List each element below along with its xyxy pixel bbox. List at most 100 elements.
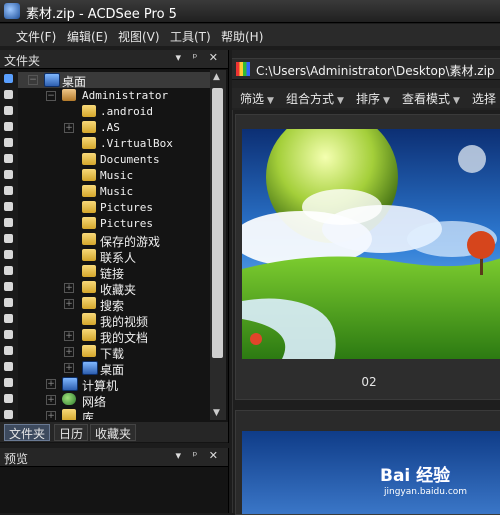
expand-icon[interactable]: + — [46, 395, 56, 405]
window-title: 素材.zip - ACDSee Pro 5 — [26, 7, 177, 22]
scroll-up-icon[interactable]: ▲ — [213, 72, 220, 82]
tree-item-links[interactable]: 链接 — [18, 264, 210, 281]
gutter-marker-icon[interactable] — [4, 250, 13, 259]
tree-item-as[interactable]: + .AS — [18, 120, 210, 136]
tab-favorites[interactable]: 收藏夹 — [90, 424, 137, 441]
chevron-down-icon: ▼ — [383, 96, 390, 106]
collapse-icon[interactable]: − — [28, 75, 38, 85]
videos-folder-icon — [82, 313, 96, 325]
gutter-marker-icon[interactable] — [4, 330, 13, 339]
folder-icon — [82, 169, 96, 181]
expand-icon[interactable]: + — [46, 411, 56, 420]
title-bar: 素材.zip - ACDSee Pro 5 — [0, 0, 500, 23]
tab-folders[interactable]: 文件夹 — [4, 424, 51, 441]
scroll-down-icon[interactable]: ▼ — [213, 408, 220, 418]
gutter-marker-icon[interactable] — [4, 362, 13, 371]
tree-item-my-documents[interactable]: + 我的文档 — [18, 328, 210, 345]
tree-item-desktop[interactable]: − 桌面 — [18, 72, 210, 89]
tree-item-label: .android — [100, 105, 153, 118]
landscape-thumbnail-image[interactable] — [242, 129, 500, 359]
expand-icon[interactable]: + — [64, 299, 74, 309]
expand-icon[interactable]: + — [64, 123, 74, 133]
tree-item-saved-games[interactable]: 保存的游戏 — [18, 232, 210, 249]
gutter-marker-icon[interactable] — [4, 378, 13, 387]
current-path: C:\Users\Administrator\Desktop\素材.zip — [256, 64, 495, 78]
gutter-marker-icon[interactable] — [4, 106, 13, 115]
path-history-icon[interactable] — [236, 62, 250, 76]
tree-item-search[interactable]: + 搜索 — [18, 296, 210, 313]
expand-icon[interactable]: + — [64, 331, 74, 341]
tree-item-downloads[interactable]: + 下载 — [18, 344, 210, 361]
select-button[interactable]: 选择 — [472, 90, 496, 107]
favorites-folder-icon — [82, 281, 96, 293]
sort-button[interactable]: 排序 ▼ — [356, 90, 390, 107]
menu-view[interactable]: 视图(V) — [118, 28, 160, 45]
gutter-marker-icon[interactable] — [4, 170, 13, 179]
folders-pane-controls[interactable]: ▾ ᵖ ✕ — [176, 51, 222, 64]
tree-item-computer[interactable]: + 计算机 — [18, 376, 210, 393]
folders-pane-title: 文件夹 — [4, 54, 41, 68]
filter-label: 筛选 — [240, 92, 265, 106]
tree-item-favorites[interactable]: + 收藏夹 — [18, 280, 210, 297]
tree-item-music-2[interactable]: Music — [18, 184, 210, 200]
tree-item-label: Music — [100, 185, 134, 198]
folder-icon — [82, 105, 96, 117]
preview-pane: 预览 ▾ ᵖ ✕ — [0, 448, 229, 513]
gutter-marker-icon[interactable] — [4, 154, 13, 163]
tab-calendar[interactable]: 日历 — [54, 424, 89, 441]
gutter-marker-icon[interactable] — [4, 122, 13, 131]
gutter-marker-icon[interactable] — [4, 346, 13, 355]
gutter-marker-icon[interactable] — [4, 266, 13, 275]
preview-pane-title: 预览 — [4, 452, 29, 466]
tree-item-pictures-2[interactable]: Pictures — [18, 216, 210, 232]
tree-item-desktop-2[interactable]: + 桌面 — [18, 360, 210, 377]
tree-item-my-videos[interactable]: 我的视频 — [18, 312, 210, 329]
tree-item-pictures[interactable]: Pictures — [18, 200, 210, 216]
tree-scrollbar[interactable]: ▲ ▼ — [210, 70, 226, 420]
scroll-thumb[interactable] — [212, 88, 223, 358]
path-bar[interactable]: C:\Users\Administrator\Desktop\素材.zip — [232, 58, 500, 80]
gutter-marker-icon[interactable] — [4, 298, 13, 307]
gutter-marker-icon[interactable] — [4, 314, 13, 323]
expand-icon[interactable]: + — [64, 283, 74, 293]
gutter-marker-icon[interactable] — [4, 234, 13, 243]
watermark-brand: Bai 经验 — [380, 466, 451, 486]
tree-item-documents[interactable]: Documents — [18, 152, 210, 168]
group-by-button[interactable]: 组合方式 ▼ — [286, 90, 344, 107]
menu-tools[interactable]: 工具(T) — [170, 28, 211, 45]
tree-item-network[interactable]: + 网络 — [18, 392, 210, 409]
expand-icon[interactable]: + — [64, 347, 74, 357]
gutter-marker-icon[interactable] — [4, 90, 13, 99]
gutter-marker-icon[interactable] — [4, 138, 13, 147]
gutter-marker-icon[interactable] — [4, 394, 13, 403]
tree-item-contacts[interactable]: 联系人 — [18, 248, 210, 265]
tree-item-virtualbox[interactable]: .VirtualBox — [18, 136, 210, 152]
folder-tree: − 桌面 − Administrator .android + .AS .Vir… — [18, 70, 210, 420]
gutter-marker-icon[interactable] — [4, 74, 13, 83]
gutter-marker-icon[interactable] — [4, 410, 13, 419]
filter-button[interactable]: 筛选 ▼ — [240, 90, 274, 107]
folder-icon — [82, 185, 96, 197]
gutter-marker-icon[interactable] — [4, 202, 13, 211]
gutter-marker-icon[interactable] — [4, 218, 13, 227]
tree-item-android[interactable]: .android — [18, 104, 210, 120]
tree-item-administrator[interactable]: − Administrator — [18, 88, 210, 104]
collapse-icon[interactable]: − — [46, 91, 56, 101]
gutter-marker-icon[interactable] — [4, 186, 13, 195]
pane-tabs: 文件夹 日历 收藏夹 — [0, 422, 228, 442]
tree-item-music[interactable]: Music — [18, 168, 210, 184]
menu-edit[interactable]: 编辑(E) — [67, 28, 108, 45]
tree-item-label: Pictures — [100, 201, 153, 214]
tree-item-label: 库 — [82, 411, 95, 420]
folders-pane: 文件夹 ▾ ᵖ ✕ − 桌面 − Administrator .android … — [0, 50, 229, 443]
gutter-marker-icon[interactable] — [4, 282, 13, 291]
preview-pane-controls[interactable]: ▾ ᵖ ✕ — [176, 449, 222, 462]
menu-file[interactable]: 文件(F) — [16, 28, 56, 45]
view-mode-button[interactable]: 查看模式 ▼ — [402, 90, 460, 107]
expand-icon[interactable]: + — [46, 379, 56, 389]
expand-icon[interactable]: + — [64, 363, 74, 373]
menu-help[interactable]: 帮助(H) — [221, 28, 263, 45]
thumbnail-item[interactable]: 02 — [235, 114, 500, 400]
browser-toolbar: 筛选 ▼ 组合方式 ▼ 排序 ▼ 查看模式 ▼ 选择 — [232, 88, 500, 108]
tree-item-library[interactable]: + 库 — [18, 408, 210, 420]
